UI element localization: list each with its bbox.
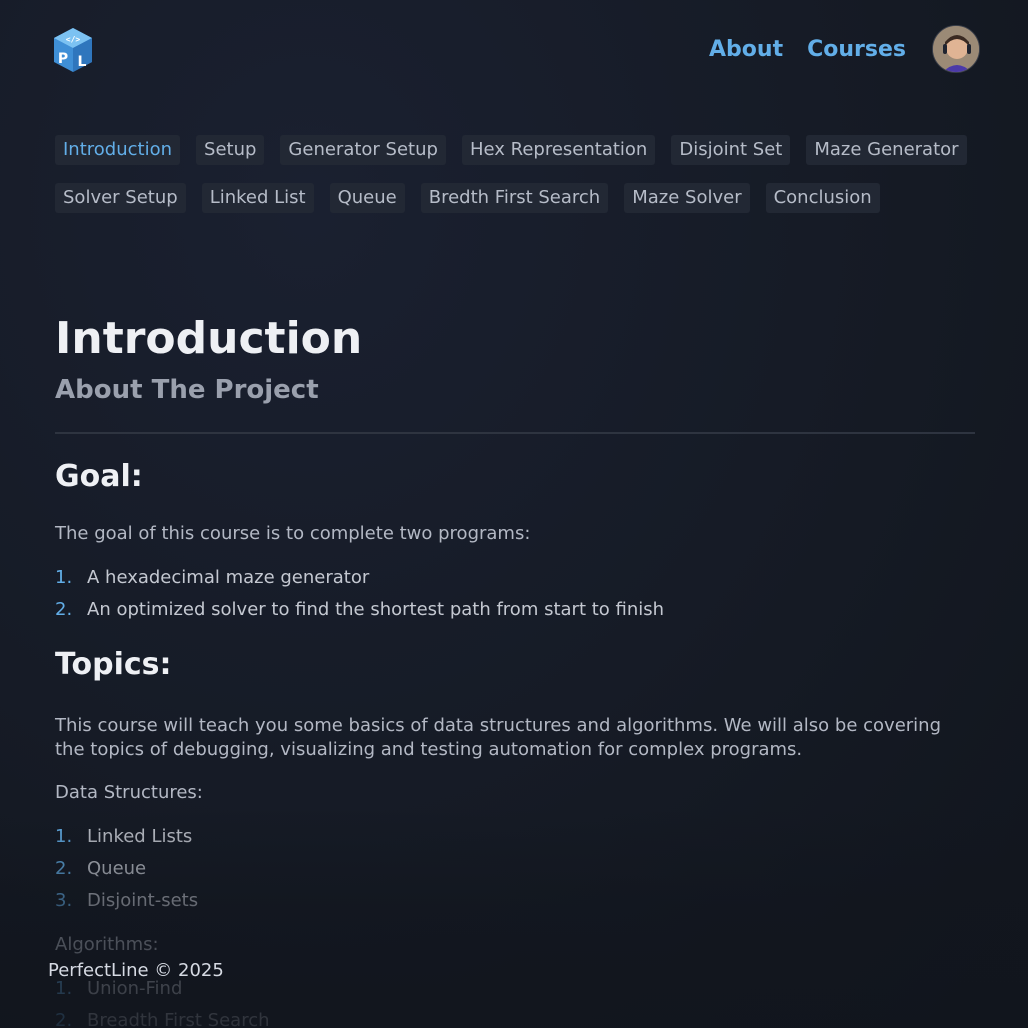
chapter-tab[interactable]: Linked List — [201, 183, 314, 213]
chapter-tab[interactable]: Hex Representation — [461, 135, 656, 165]
site-header: </> P L About Courses — [0, 0, 1028, 100]
topics-heading: Topics: — [55, 647, 172, 682]
chapter-tab[interactable]: Maze Solver — [624, 183, 750, 213]
list-item: 1. A hexadecimal maze generator — [55, 567, 370, 588]
chapter-tab[interactable]: Queue — [329, 183, 405, 213]
goal-intro: The goal of this course is to complete t… — [55, 523, 531, 544]
list-item: 2. Breadth First Search — [55, 1010, 270, 1028]
chapter-tab[interactable]: Generator Setup — [280, 135, 446, 165]
chapter-tab[interactable]: Disjoint Set — [671, 135, 791, 165]
list-item: 3. Disjoint-sets — [55, 890, 199, 911]
algorithms-label: Algorithms: — [55, 934, 159, 955]
list-item: 1. Linked Lists — [55, 826, 193, 847]
page-subtitle: About The Project — [55, 375, 319, 405]
perfectline-logo-icon[interactable]: </> P L — [52, 26, 94, 74]
footer-copyright: PerfectLine © 2025 — [48, 960, 224, 981]
nav-link-courses[interactable]: Courses — [807, 37, 906, 62]
chapter-tab[interactable]: Setup — [196, 135, 265, 165]
avatar[interactable] — [932, 25, 980, 73]
chapter-tab[interactable]: Solver Setup — [55, 183, 186, 213]
svg-text:L: L — [78, 54, 87, 70]
nav-link-about[interactable]: About — [709, 37, 783, 62]
algorithms-list: 1. Union-Find 2. Breadth First Search — [55, 977, 975, 1028]
topics-intro: This course will teach you some basics o… — [55, 715, 941, 760]
chapter-tab[interactable]: Maze Generator — [806, 135, 967, 165]
chapter-tab[interactable]: Introduction — [55, 135, 181, 165]
goal-list: 1. A hexadecimal maze generator 2. An opti… — [55, 566, 975, 630]
chapter-tab[interactable]: Conclusion — [765, 183, 880, 213]
data-structures-label: Data Structures: — [55, 782, 203, 803]
goal-heading: Goal: — [55, 459, 143, 494]
page-title: Introduction — [55, 313, 363, 364]
main-content: Introduction About The Project Goal: The… — [55, 312, 975, 1028]
top-nav: About Courses — [709, 24, 980, 74]
avatar-photo-icon — [933, 26, 979, 72]
list-item: 2. Queue — [55, 858, 147, 879]
data-structures-list: 1. Linked Lists 2. Queue 3. Disjoint-sets — [55, 825, 975, 921]
svg-text:</>: </> — [66, 35, 81, 44]
list-item: 1. Union-Find — [55, 978, 183, 999]
chapter-tab[interactable]: Bredth First Search — [420, 183, 609, 213]
divider — [55, 432, 975, 434]
chapter-nav: Introduction Setup Generator Setup Hex Repr… — [55, 135, 975, 213]
svg-text:P: P — [58, 51, 68, 67]
list-item: 2. An optimized solver to find the shorte… — [55, 599, 665, 620]
